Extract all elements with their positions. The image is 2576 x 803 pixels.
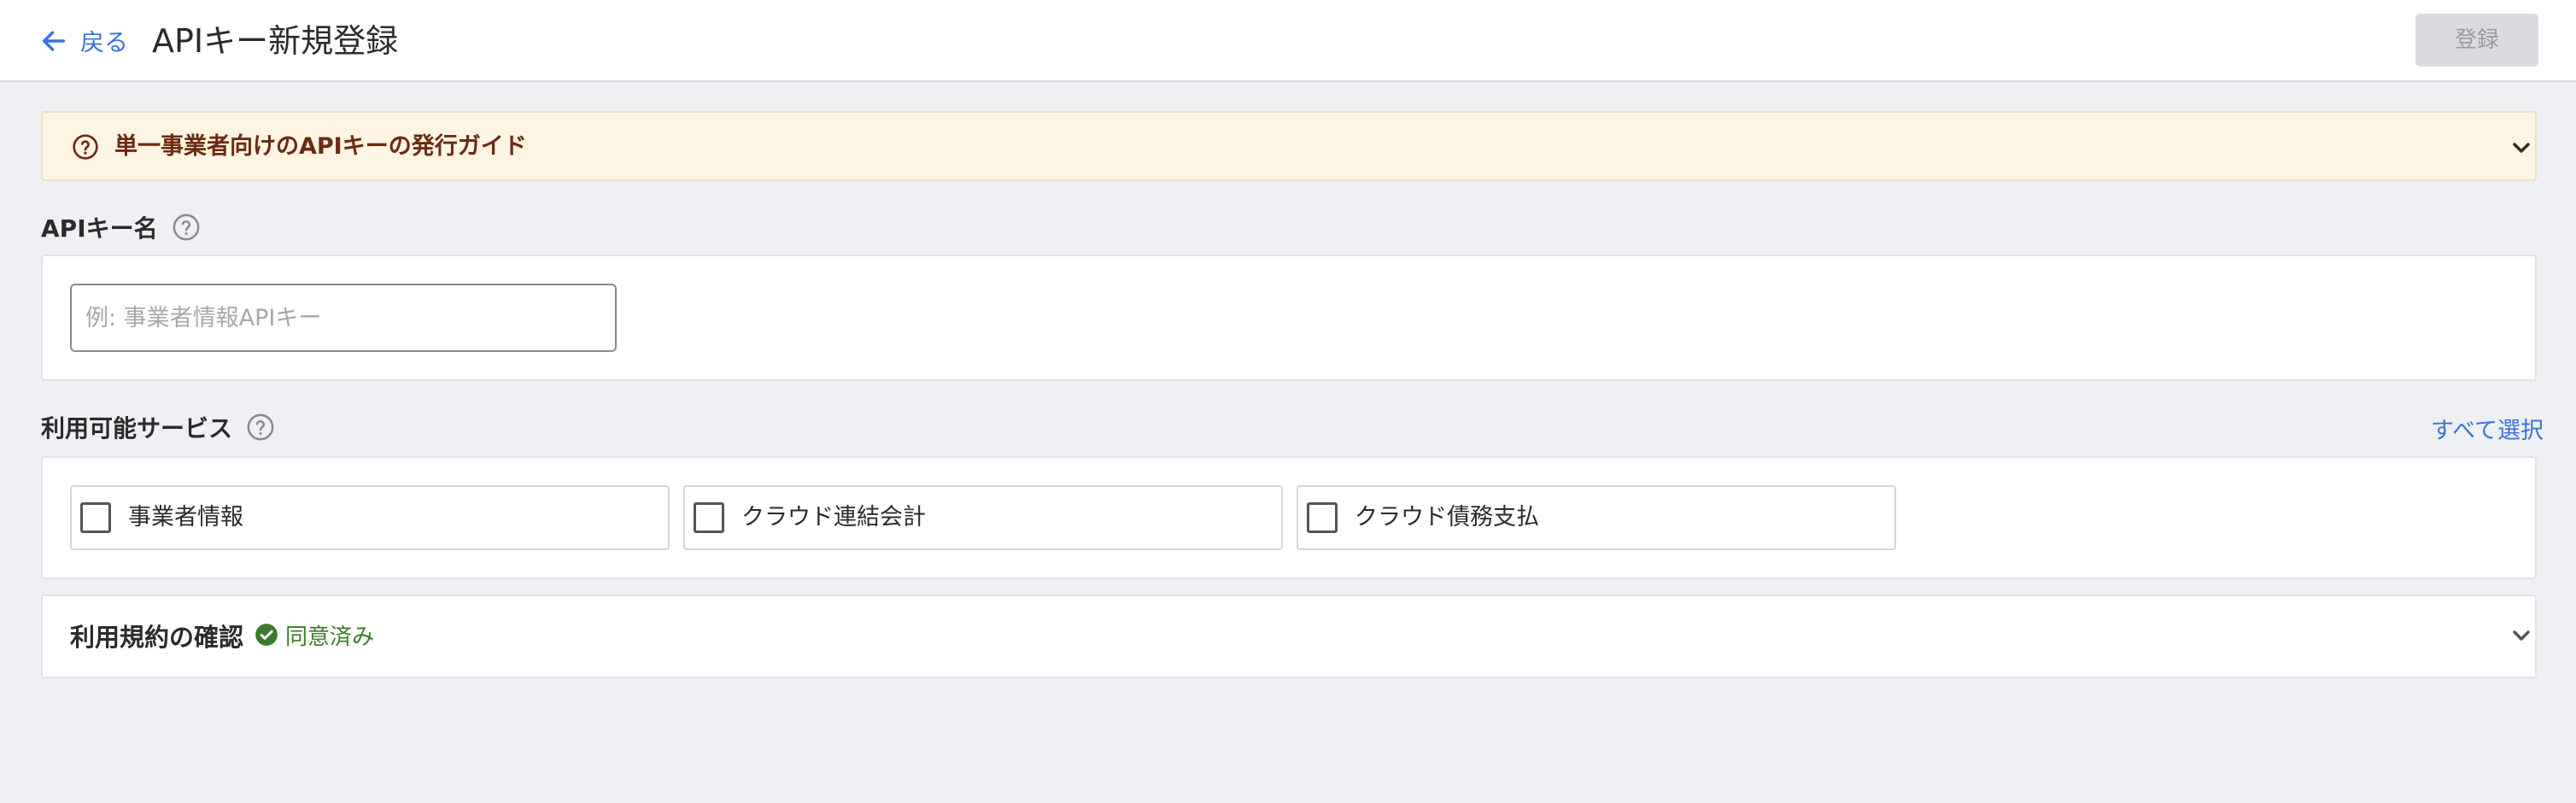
help-icon[interactable] (172, 213, 201, 242)
question-circle-icon (73, 134, 98, 160)
select-all-link[interactable]: すべて選択 (2431, 412, 2544, 445)
checkbox[interactable] (694, 502, 724, 533)
checkbox[interactable] (1307, 502, 1338, 533)
guide-accordion[interactable]: 単一事業者向けのAPIキーの発行ガイド (41, 111, 2537, 181)
chevron-down-icon[interactable] (2508, 134, 2535, 161)
service-label: クラウド連結会計 (741, 504, 926, 530)
api-key-name-panel (41, 255, 2537, 381)
terms-title: 利用規約の確認 (70, 623, 244, 652)
check-circle-icon (255, 624, 278, 646)
agreement-status: 同意済み (285, 624, 375, 650)
terms-accordion[interactable]: 利用規約の確認 同意済み (41, 595, 2537, 678)
api-key-name-label-text: APIキー名 (41, 214, 158, 243)
service-option[interactable]: 事業者情報 (70, 485, 670, 550)
page-header: 戻る APIキー新規登録 登録 (0, 0, 2576, 82)
back-label: 戻る (80, 28, 129, 56)
services-label: 利用可能サービス (41, 410, 275, 444)
chevron-down-icon[interactable] (2508, 622, 2535, 649)
api-key-name-input[interactable] (70, 284, 617, 352)
checkbox[interactable] (80, 502, 111, 533)
page-title: APIキー新規登録 (152, 22, 399, 60)
service-label: 事業者情報 (128, 504, 243, 530)
services-label-text: 利用可能サービス (41, 414, 233, 443)
back-button[interactable]: 戻る (39, 21, 128, 62)
guide-title: 単一事業者向けのAPIキーの発行ガイド (114, 133, 527, 160)
service-label: クラウド債務支払 (1355, 504, 1539, 530)
api-key-name-label: APIキー名 (41, 210, 201, 244)
help-icon[interactable] (246, 413, 275, 442)
services-panel: 事業者情報 クラウド連結会計 クラウド債務支払 (41, 456, 2537, 579)
arrow-left-icon (42, 31, 66, 51)
service-option[interactable]: クラウド債務支払 (1297, 485, 1896, 550)
service-option[interactable]: クラウド連結会計 (683, 485, 1283, 550)
register-button[interactable]: 登録 (2415, 14, 2538, 67)
